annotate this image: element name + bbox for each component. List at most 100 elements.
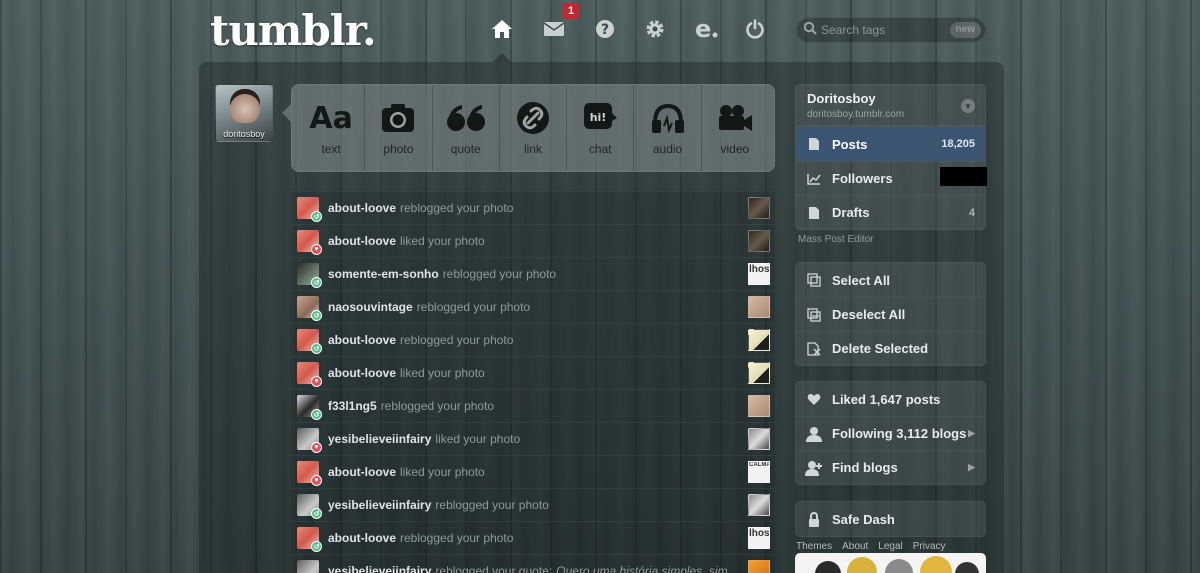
activity-row[interactable]: ↺ naosouvintage reblogged your photo bbox=[291, 290, 775, 323]
activity-row[interactable]: ↺ about-loove reblogged your photo bbox=[291, 191, 775, 224]
select-all-button[interactable]: Select All bbox=[796, 263, 985, 297]
post-thumbnail[interactable] bbox=[748, 329, 770, 351]
activity-row[interactable]: ↺ about-loove reblogged your photo lhos bbox=[291, 521, 775, 554]
user-avatar-thumb[interactable]: ♥ bbox=[297, 428, 322, 453]
activity-user[interactable]: about-loove bbox=[328, 201, 396, 215]
user-avatar-thumb[interactable]: ↺ bbox=[297, 329, 322, 354]
footer-link-about[interactable]: About bbox=[842, 541, 868, 552]
e-icon[interactable]: e bbox=[691, 14, 721, 44]
deselect-all-button[interactable]: Deselect All bbox=[796, 297, 985, 331]
user-avatar-thumb[interactable]: ↺ bbox=[297, 494, 322, 519]
post-thumbnail[interactable]: lhos bbox=[748, 263, 770, 285]
radar-post-preview[interactable] bbox=[795, 553, 986, 573]
footer-link-legal[interactable]: Legal bbox=[878, 541, 902, 552]
avatar-photo bbox=[230, 89, 260, 123]
activity-user[interactable]: about-loove bbox=[328, 366, 396, 380]
add-person-icon bbox=[796, 460, 832, 476]
blog-switcher[interactable]: Doritosboy doritosboy.tumblr.com ▼ bbox=[795, 84, 986, 126]
activity-row[interactable]: ↺ f33l1ng5 reblogged your photo bbox=[291, 389, 775, 422]
post-thumbnail[interactable] bbox=[748, 560, 770, 573]
sidebar-item-find-blogs[interactable]: Find blogs ▶ bbox=[796, 450, 985, 484]
gear-icon[interactable] bbox=[640, 14, 670, 44]
post-thumbnail[interactable] bbox=[748, 395, 770, 417]
sidebar-item-drafts[interactable]: Drafts 4 bbox=[796, 195, 985, 229]
sidebar-item-label: Followers bbox=[832, 171, 893, 186]
activity-user[interactable]: yesibelieveiinfairy bbox=[328, 498, 431, 512]
post-thumbnail[interactable] bbox=[748, 362, 770, 384]
post-photo-label: photo bbox=[383, 142, 414, 156]
footer-link-privacy[interactable]: Privacy bbox=[913, 541, 946, 552]
mass-actions: Select All Deselect All Delete Selected bbox=[795, 262, 986, 366]
activity-user[interactable]: yesibelieveiinfairy bbox=[328, 564, 431, 573]
blog-name[interactable]: Doritosboy bbox=[807, 91, 974, 106]
power-icon[interactable] bbox=[740, 14, 770, 44]
activity-user[interactable]: about-loove bbox=[328, 465, 396, 479]
activity-user[interactable]: f33l1ng5 bbox=[328, 399, 377, 413]
post-chat-button[interactable]: hi! chat bbox=[566, 85, 633, 171]
activity-user[interactable]: about-loove bbox=[328, 531, 396, 545]
sidebar-item-label: Find blogs bbox=[832, 460, 898, 475]
footer-link-themes[interactable]: Themes bbox=[796, 541, 832, 552]
post-thumbnail[interactable]: lhos bbox=[748, 527, 770, 549]
user-avatar-thumb[interactable]: ↺ bbox=[297, 395, 322, 420]
post-thumbnail[interactable]: CALMA bbox=[748, 461, 770, 483]
post-bar-pointer bbox=[282, 104, 291, 122]
sidebar-item-posts[interactable]: Posts 18,205 bbox=[796, 127, 985, 161]
activity-action: reblogged your quote: bbox=[435, 564, 553, 573]
activity-row[interactable]: ♥ about-loove liked your photo bbox=[291, 356, 775, 389]
activity-row[interactable]: ♥ yesibelieveiinfairy liked your photo bbox=[291, 422, 775, 455]
activity-action: reblogged your photo bbox=[442, 267, 557, 281]
post-link-button[interactable]: link bbox=[498, 85, 566, 171]
post-quote-button[interactable]: quote bbox=[431, 85, 499, 171]
sidebar-item-following[interactable]: Following 3,112 blogs ▶ bbox=[796, 416, 985, 450]
post-thumbnail[interactable] bbox=[748, 428, 770, 450]
activity-user[interactable]: somente-em-sonho bbox=[328, 267, 439, 281]
activity-row[interactable]: ♥ about-loove liked your photo CALMA bbox=[291, 455, 775, 488]
safe-dash-card: Safe Dash bbox=[795, 501, 986, 537]
search-input[interactable] bbox=[821, 23, 941, 37]
user-avatar-thumb[interactable]: ♥ bbox=[297, 461, 322, 486]
safe-dash-toggle[interactable]: Safe Dash bbox=[796, 502, 985, 536]
home-icon[interactable] bbox=[487, 14, 517, 44]
quote-excerpt: Quero uma história simples, sim bbox=[556, 564, 728, 573]
activity-row[interactable]: ↺ somente-em-sonho reblogged your photo … bbox=[291, 257, 775, 290]
video-camera-icon bbox=[717, 100, 753, 136]
post-thumbnail[interactable] bbox=[748, 494, 770, 516]
camera-icon bbox=[381, 100, 415, 136]
sidebar-item-likes[interactable]: Liked 1,647 posts bbox=[796, 382, 985, 416]
delete-selected-button[interactable]: Delete Selected bbox=[796, 331, 985, 365]
activity-user[interactable]: naosouvintage bbox=[328, 300, 413, 314]
post-photo-button[interactable]: photo bbox=[364, 85, 431, 171]
activity-feed: ↺ about-loove reblogged your photo ♥ abo… bbox=[291, 190, 775, 573]
post-thumbnail[interactable] bbox=[748, 296, 770, 318]
activity-row[interactable]: ↺ yesibelieveiinfairy reblogged your quo… bbox=[291, 554, 775, 573]
activity-row[interactable]: ↺ yesibelieveiinfairy reblogged your pho… bbox=[291, 488, 775, 521]
activity-user[interactable]: about-loove bbox=[328, 234, 396, 248]
activity-user[interactable]: about-loove bbox=[328, 333, 396, 347]
help-icon[interactable]: ? bbox=[590, 14, 620, 44]
post-text-button[interactable]: Aa text bbox=[298, 85, 364, 171]
chevron-down-icon[interactable]: ▼ bbox=[961, 99, 975, 113]
activity-row[interactable]: ♥ about-loove liked your photo bbox=[291, 224, 775, 257]
user-avatar-thumb[interactable]: ↺ bbox=[297, 560, 319, 573]
heart-icon: ♥ bbox=[311, 442, 322, 453]
user-avatar[interactable]: doritosboy bbox=[215, 84, 273, 142]
chevron-right-icon: ▶ bbox=[968, 462, 975, 472]
mass-post-editor-link[interactable]: Mass Post Editor bbox=[798, 234, 874, 245]
activity-user[interactable]: yesibelieveiinfairy bbox=[328, 432, 431, 446]
post-audio-button[interactable]: audio bbox=[633, 85, 700, 171]
user-avatar-thumb[interactable]: ↺ bbox=[297, 197, 322, 222]
user-avatar-thumb[interactable]: ↺ bbox=[297, 527, 322, 552]
post-thumbnail[interactable] bbox=[748, 197, 770, 219]
tag-search[interactable]: new bbox=[796, 17, 986, 43]
user-avatar-thumb[interactable]: ♥ bbox=[297, 362, 322, 387]
tumblr-logo[interactable]: tumblr. bbox=[210, 6, 377, 55]
post-video-button[interactable]: video bbox=[700, 85, 768, 171]
user-avatar-thumb[interactable]: ↺ bbox=[297, 296, 322, 321]
post-thumbnail[interactable] bbox=[748, 230, 770, 252]
user-avatar-thumb[interactable]: ♥ bbox=[297, 230, 322, 255]
user-avatar-thumb[interactable]: ↺ bbox=[297, 263, 322, 288]
blog-url[interactable]: doritosboy.tumblr.com bbox=[807, 109, 974, 120]
post-video-label: video bbox=[720, 142, 750, 156]
activity-row[interactable]: ↺ about-loove reblogged your photo bbox=[291, 323, 775, 356]
